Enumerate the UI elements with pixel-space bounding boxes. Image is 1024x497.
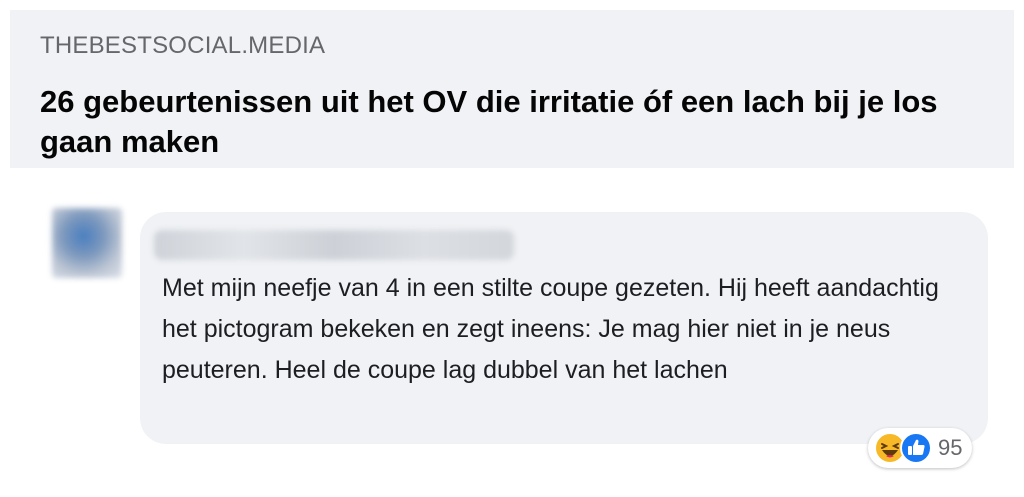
avatar[interactable] [52,208,122,278]
link-preview-card[interactable]: THEBESTSOCIAL.MEDIA 26 gebeurtenissen ui… [10,10,1014,168]
comment-text: Met mijn neefje van 4 in een stilte coup… [162,274,939,384]
reaction-count: 95 [938,435,963,460]
comment-bubble: Met mijn neefje van 4 in een stilte coup… [140,212,988,444]
like-icon [900,432,932,464]
link-title[interactable]: 26 gebeurtenissen uit het OV die irritat… [40,82,1000,162]
comment-author-name-redacted[interactable] [154,230,514,260]
reaction-summary[interactable]: 95 [868,428,973,468]
link-domain: THEBESTSOCIAL.MEDIA [40,32,326,59]
